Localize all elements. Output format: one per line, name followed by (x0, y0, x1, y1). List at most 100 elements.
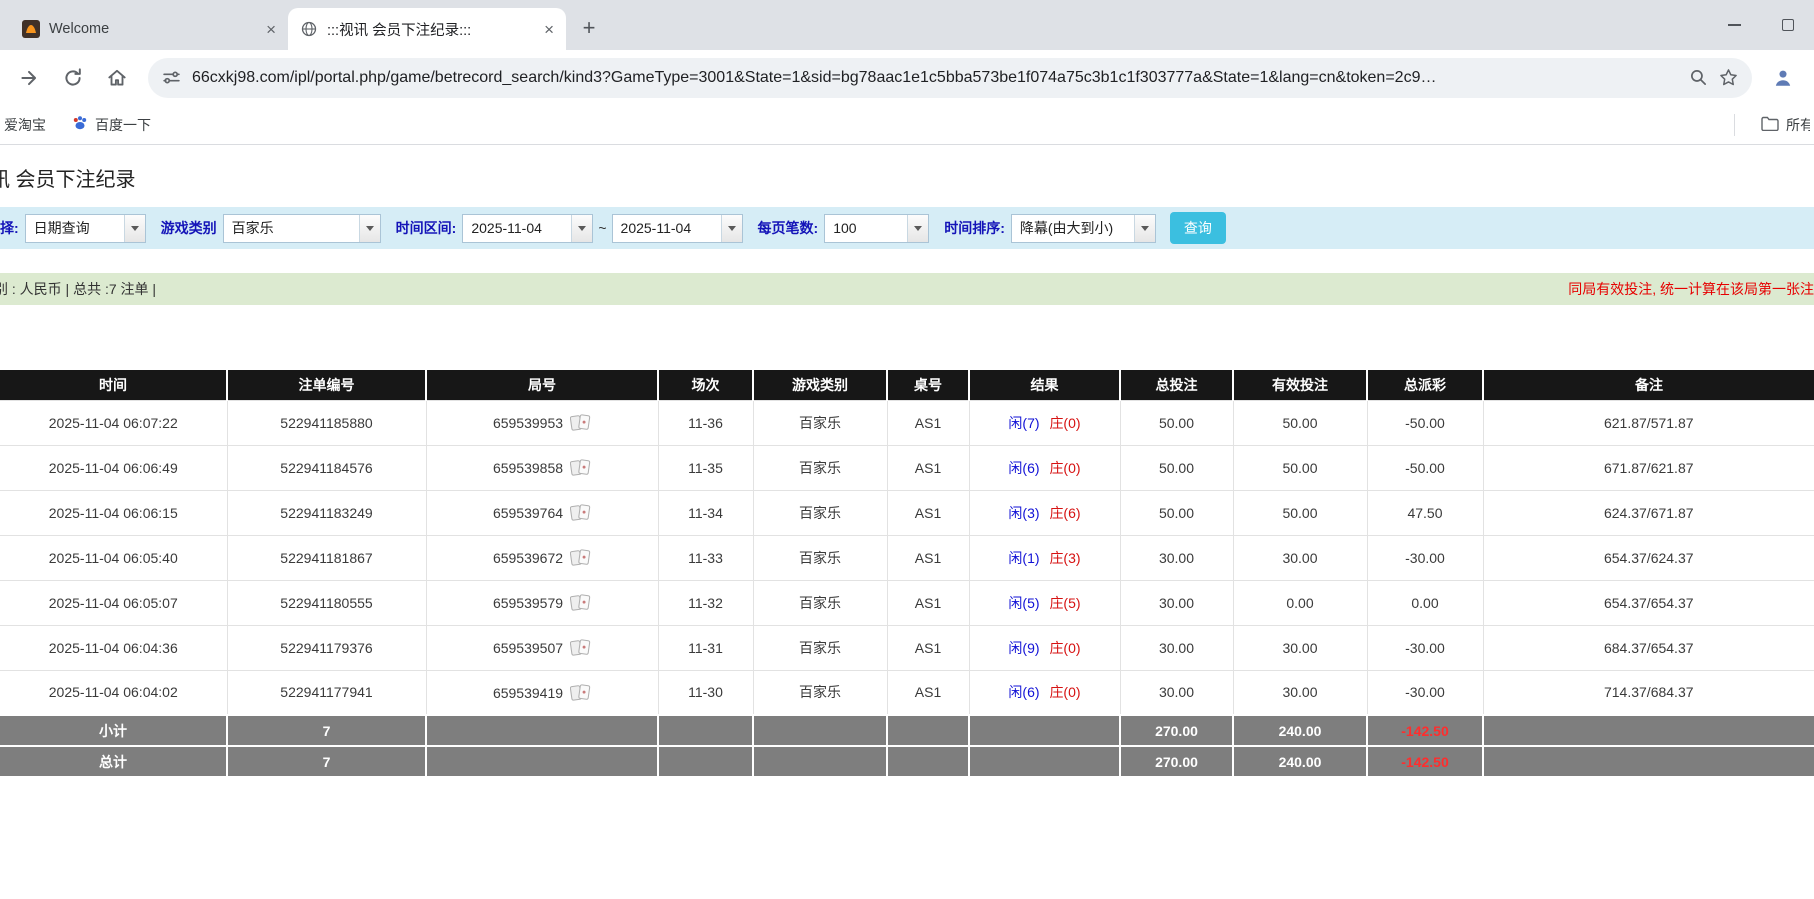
bookmarks-bar: 爱淘宝 百度一下 所有书签 (0, 105, 1814, 145)
round-cell: 659539419 (425, 669, 659, 716)
round-cell: 659539858 (425, 444, 659, 491)
close-icon[interactable]: × (544, 21, 554, 38)
search-type-label: 查询选择: (0, 220, 19, 236)
date-from-select[interactable]: 2025-11-04 (462, 213, 594, 243)
cards-icon[interactable] (570, 594, 591, 612)
empty-cell (752, 714, 888, 747)
tab-title: Welcome (49, 21, 110, 37)
summary-text: 币别 : 人民币 | 总共 :7 注单 | (0, 281, 157, 297)
select-value: 2025-11-04 (471, 220, 542, 236)
close-icon[interactable]: × (266, 21, 276, 38)
time-cell: 2025-11-04 06:07:22 (0, 399, 228, 446)
empty-cell (752, 745, 888, 778)
game-type-label: 游戏类别 (160, 220, 217, 236)
total-count: 7 (226, 745, 427, 778)
site-settings-icon[interactable] (162, 68, 181, 87)
minimize-button[interactable] (1708, 0, 1761, 50)
column-header-note: 备注 (1483, 370, 1814, 400)
empty-cell (1482, 745, 1814, 778)
table-number-cell: AS1 (886, 399, 970, 446)
cards-icon[interactable] (570, 684, 591, 701)
chevron-down-icon[interactable] (720, 214, 742, 242)
total-bet-cell[interactable]: 50.00 (1119, 399, 1234, 446)
column-header-payout: 总派彩 (1367, 370, 1484, 400)
game-type-cell: 百家乐 (752, 624, 888, 671)
chevron-down-icon[interactable] (358, 214, 380, 242)
cards-icon[interactable] (570, 459, 591, 477)
date-to-select[interactable]: 2025-11-04 (611, 213, 743, 243)
chevron-down-icon[interactable] (123, 214, 145, 242)
table-number-cell: AS1 (886, 444, 970, 491)
player-result: 闲(3) (1008, 504, 1040, 521)
session-cell: 11-32 (657, 579, 754, 626)
total-label: 总计 (0, 745, 228, 778)
payout-cell: -50.00 (1366, 444, 1484, 491)
bookmark-star-icon[interactable] (1719, 68, 1738, 87)
chevron-down-icon[interactable] (1133, 214, 1155, 242)
info-bar: 币别 : 人民币 | 总共 :7 注单 | 同局有效投注, 统一计算在该局第一张… (0, 273, 1814, 305)
session-cell: 11-30 (657, 669, 754, 716)
total-bet-cell[interactable]: 30.00 (1119, 579, 1234, 626)
time-cell: 2025-11-04 06:04:36 (0, 624, 228, 671)
cards-icon[interactable] (570, 414, 591, 432)
globe-icon (300, 20, 318, 38)
forward-button[interactable] (10, 59, 48, 97)
bet-id-cell: 522941180555 (226, 579, 427, 626)
subtotal-payout: -142.50 (1366, 714, 1484, 747)
tab-betrecord[interactable]: :::视讯 会员下注纪录::: × (288, 8, 566, 50)
valid-bet-cell: 0.00 (1232, 579, 1368, 626)
session-cell: 11-36 (657, 399, 754, 446)
bet-records-table: 时间 注单编号 局号 场次 游戏类别 桌号 结果 总投注 有效投注 总派彩 备注… (0, 370, 1814, 778)
total-bet-cell[interactable]: 50.00 (1119, 489, 1234, 536)
column-header-valid-bet: 有效投注 (1233, 370, 1368, 400)
game-type-select[interactable]: 百家乐 (222, 213, 381, 243)
search-button[interactable]: 查询 (1169, 212, 1226, 244)
result-cell: 闲(5) 庄(5) (968, 579, 1121, 626)
new-tab-button[interactable]: + (574, 13, 604, 43)
bookmarks-divider (1734, 113, 1735, 136)
reload-button[interactable] (54, 59, 92, 97)
round-number: 659539764 (492, 504, 564, 521)
cards-icon[interactable] (570, 504, 591, 522)
empty-cell (657, 745, 754, 778)
chevron-down-icon[interactable] (571, 214, 593, 242)
total-bet-cell[interactable]: 30.00 (1119, 624, 1234, 671)
table-header-row: 时间 注单编号 局号 场次 游戏类别 桌号 结果 总投注 有效投注 总派彩 备注 (0, 370, 1814, 400)
bookmark-aitaobao[interactable]: 爱淘宝 (4, 115, 46, 135)
page-size-select[interactable]: 100 (824, 213, 930, 243)
maximize-button[interactable] (1761, 0, 1814, 50)
bet-record-row: 2025-11-04 06:05:40 522941181867 6595396… (0, 534, 1814, 581)
profile-avatar-icon[interactable] (1764, 59, 1802, 97)
total-payout: -142.50 (1366, 745, 1484, 778)
game-type-cell: 百家乐 (752, 489, 888, 536)
valid-bet-cell: 30.00 (1232, 534, 1368, 581)
game-type-cell: 百家乐 (752, 669, 888, 716)
address-bar[interactable]: 66cxkj98.com/ipl/portal.php/game/betreco… (148, 57, 1752, 98)
bet-id-cell: 522941177941 (226, 669, 427, 716)
total-bet-cell[interactable]: 30.00 (1119, 669, 1234, 716)
banker-result: 庄(0) (1049, 639, 1081, 656)
select-value: 日期查询 (33, 220, 90, 236)
total-bet-cell[interactable]: 30.00 (1119, 534, 1234, 581)
tilde-separator: ~ (598, 220, 607, 236)
column-header-time: 时间 (0, 370, 228, 400)
bookmark-baidu[interactable]: 百度一下 (72, 115, 151, 135)
player-result: 闲(5) (1008, 594, 1040, 611)
bet-record-row: 2025-11-04 06:05:07 522941180555 6595395… (0, 579, 1814, 626)
table-number-cell: AS1 (886, 669, 970, 716)
note-cell: 624.37/671.87 (1482, 489, 1814, 536)
chevron-down-icon[interactable] (907, 214, 929, 242)
bet-record-row: 2025-11-04 06:04:02 522941177941 6595394… (0, 669, 1814, 716)
game-type-cell: 百家乐 (752, 444, 888, 491)
cards-icon[interactable] (570, 639, 591, 657)
total-bet-cell[interactable]: 50.00 (1119, 444, 1234, 491)
time-cell: 2025-11-04 06:06:15 (0, 489, 228, 536)
tab-welcome[interactable]: Welcome × (10, 8, 288, 50)
home-button[interactable] (98, 59, 136, 97)
browser-chrome: Welcome × :::视讯 会员下注纪录::: × + 66cxkj98.c… (0, 0, 1814, 145)
all-bookmarks-folder[interactable]: 所有书签 (1761, 115, 1810, 135)
zoom-icon[interactable] (1689, 68, 1708, 87)
cards-icon[interactable] (570, 549, 591, 567)
sort-order-select[interactable]: 降幕(由大到小) (1010, 213, 1156, 243)
search-type-select[interactable]: 日期查询 (24, 213, 146, 243)
